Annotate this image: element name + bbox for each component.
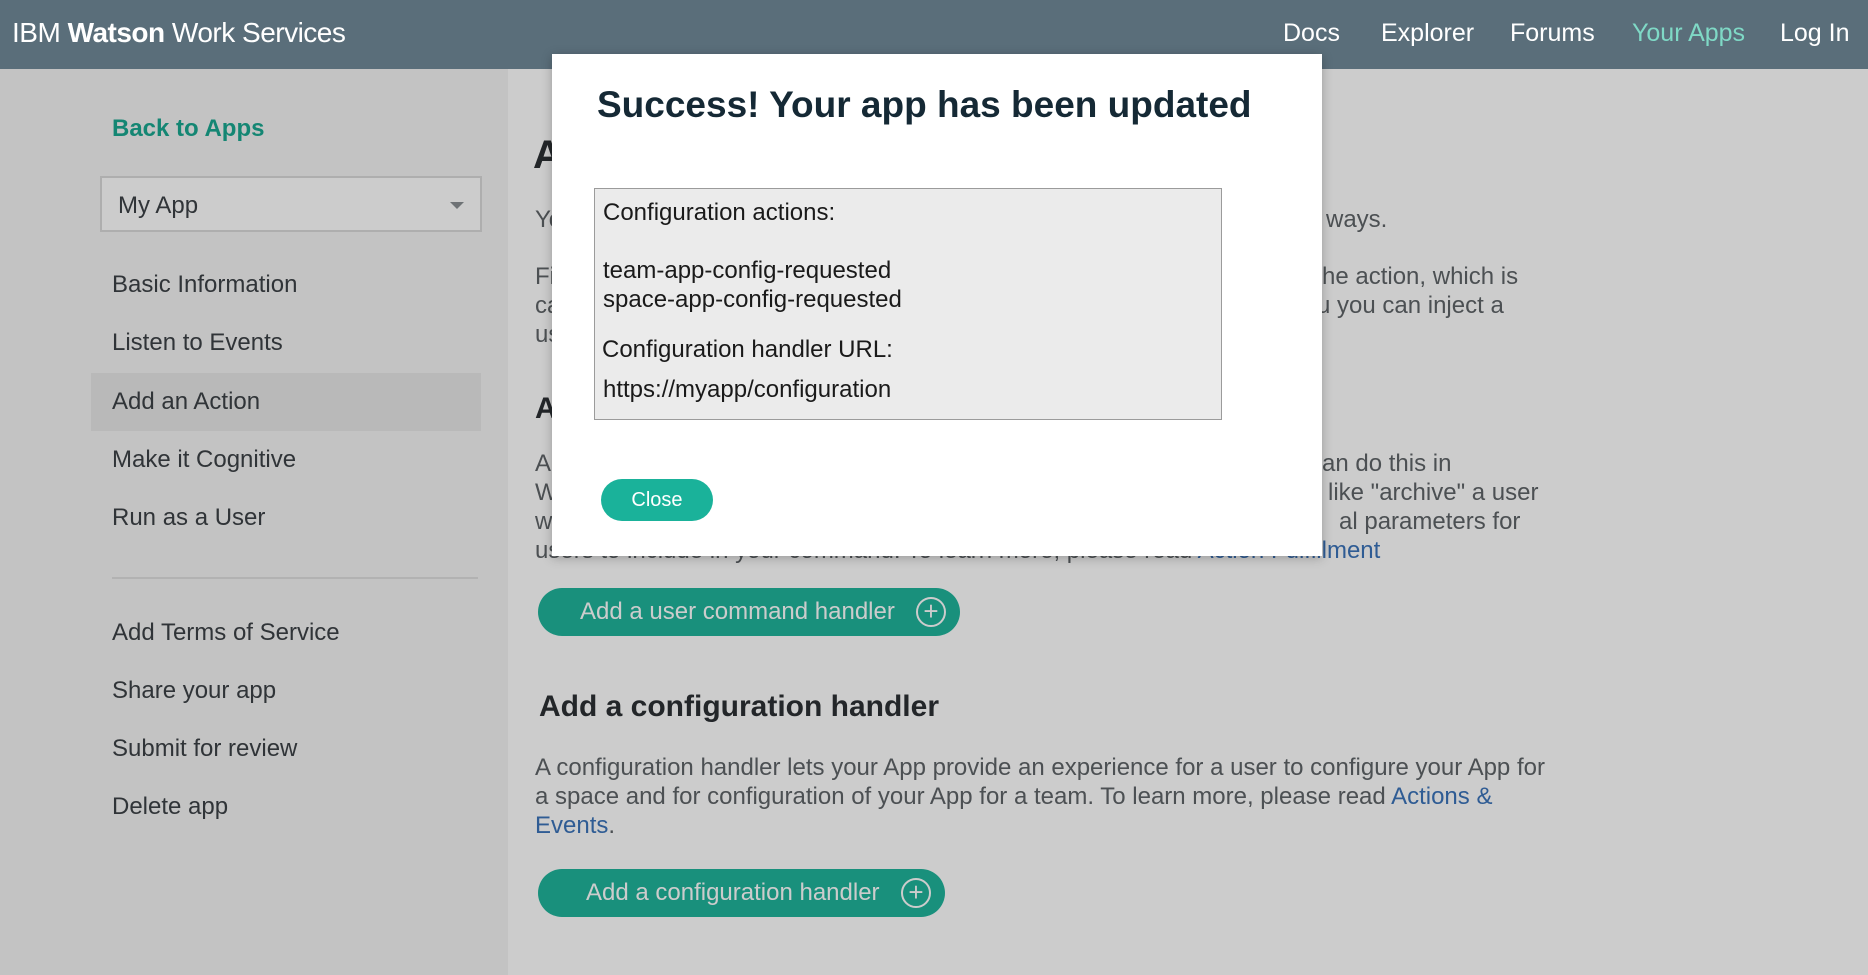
- config-actions-label: Configuration actions:: [603, 199, 836, 226]
- config-action-space: space-app-config-requested: [603, 286, 902, 313]
- nav-your-apps[interactable]: Your Apps: [1632, 19, 1745, 48]
- close-button[interactable]: Close: [601, 479, 713, 521]
- brand-bold: Watson: [67, 17, 166, 48]
- configuration-summary-box: Configuration actions: team-app-config-r…: [594, 188, 1222, 420]
- brand-suffix: Work Services: [164, 17, 346, 48]
- nav-log-in[interactable]: Log In: [1780, 19, 1850, 48]
- nav-docs[interactable]: Docs: [1283, 19, 1340, 48]
- nav-forums[interactable]: Forums: [1510, 19, 1595, 48]
- success-dialog: Success! Your app has been updated Confi…: [552, 54, 1322, 556]
- brand-logo[interactable]: IBM Watson Work Services: [12, 17, 346, 49]
- nav-explorer[interactable]: Explorer: [1381, 19, 1474, 48]
- dialog-title: Success! Your app has been updated: [597, 84, 1252, 125]
- config-url-value: https://myapp/configuration: [603, 376, 892, 403]
- config-url-label: Configuration handler URL:: [602, 336, 893, 363]
- config-action-team: team-app-config-requested: [603, 257, 892, 284]
- brand-prefix: IBM: [12, 17, 61, 48]
